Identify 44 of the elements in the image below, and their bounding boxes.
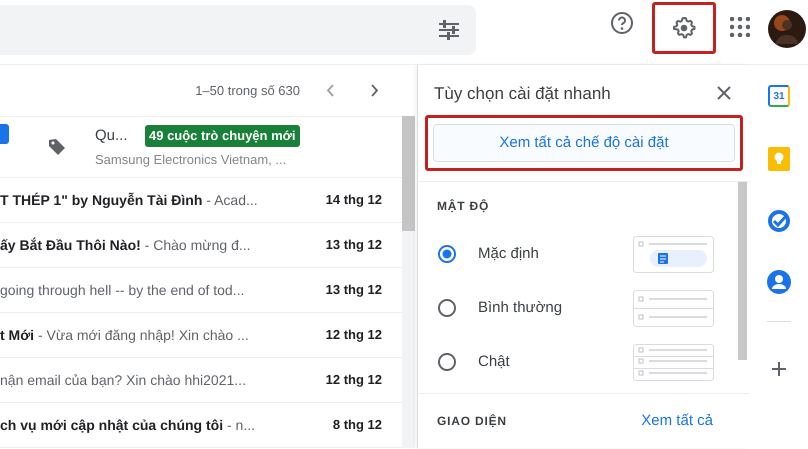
email-date: 12 thg 12 xyxy=(324,371,382,390)
email-subject-snippet[interactable]: ch vụ mới cập nhật của chúng tôi - n... xyxy=(0,414,300,436)
email-date: 14 thg 12 xyxy=(324,191,382,210)
contacts-icon[interactable] xyxy=(767,270,791,294)
sender-list: Samsung Electronics Vietnam, ... xyxy=(95,150,300,170)
search-field[interactable] xyxy=(0,5,476,55)
pagination-range: 1–50 trong số 630 xyxy=(195,82,300,100)
radio-button[interactable] xyxy=(437,244,457,264)
filter-options-icon[interactable] xyxy=(438,20,460,40)
add-icon[interactable] xyxy=(772,362,786,376)
close-icon[interactable] xyxy=(717,86,731,100)
help-icon[interactable] xyxy=(610,11,634,35)
view-all-link[interactable]: Xem tất cả xyxy=(641,410,713,432)
settings-icon[interactable] xyxy=(672,16,696,40)
radio-button[interactable] xyxy=(437,298,457,318)
next-page-icon[interactable] xyxy=(371,84,379,97)
email-subject-snippet[interactable]: going through hell -- by the end of tod... xyxy=(0,280,300,300)
email-subject-snippet[interactable]: t Mới - Vừa mới đăng nhập! Xin chào ... xyxy=(0,324,300,346)
density-option-label[interactable]: Bình thường xyxy=(478,297,633,320)
scrollbar[interactable] xyxy=(738,182,747,360)
scrollbar[interactable] xyxy=(402,116,415,448)
email-date: 13 thg 12 xyxy=(324,236,382,254)
radio-button[interactable] xyxy=(437,352,457,372)
density-option-label[interactable]: Chật xyxy=(478,351,633,374)
density-option-label[interactable]: Mặc định xyxy=(478,243,633,266)
email-date: 8 thg 12 xyxy=(332,416,382,434)
calendar-icon[interactable]: 31 xyxy=(768,85,790,107)
sender-name: Qu... xyxy=(95,126,129,146)
panel-title: Tùy chọn cài đặt nhanh xyxy=(434,82,611,105)
label-chip xyxy=(0,124,9,144)
tasks-icon[interactable] xyxy=(767,209,791,233)
apps-grid-icon[interactable] xyxy=(730,17,750,37)
tag-icon xyxy=(47,137,67,157)
section-heading: MẬT ĐỘ xyxy=(437,198,490,216)
email-subject-snippet[interactable]: nận email của bạn? Xin chào hhi2021... xyxy=(0,370,300,390)
section-heading: GIAO DIỆN xyxy=(437,413,507,430)
avatar-icon[interactable] xyxy=(768,10,806,48)
email-date: 12 thg 12 xyxy=(324,326,382,344)
new-conversations-label: 49 cuộc trò chuyện mới xyxy=(145,125,300,146)
all-settings-button[interactable]: Xem tất cả chế độ cài đặt xyxy=(433,124,735,162)
previous-page-icon[interactable] xyxy=(326,84,334,97)
email-subject-snippet[interactable]: ấy Bắt Đầu Thôi Nào! - Chào mừng đ... xyxy=(0,234,300,256)
email-date: 13 thg 12 xyxy=(324,281,382,300)
email-subject-snippet[interactable]: T THÉP 1" by Nguyễn Tài Đình - Acad... xyxy=(0,190,300,210)
